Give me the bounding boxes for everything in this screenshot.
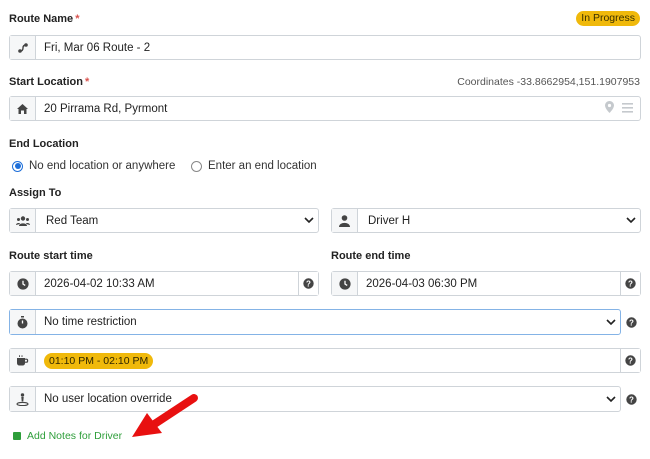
status-badge: In Progress	[576, 11, 640, 26]
route-end-time-input-group[interactable]: 2026-04-03 06:30 PM ?	[331, 271, 641, 296]
driver-select[interactable]: Driver H	[331, 208, 641, 233]
users-icon	[10, 209, 36, 232]
break-time-pill[interactable]: 01:10 PM - 02:10 PM	[44, 352, 154, 369]
radio-enter-end-location[interactable]: Enter an end location	[191, 160, 317, 172]
chevron-down-icon[interactable]	[602, 310, 620, 334]
help-icon[interactable]: ?	[620, 272, 640, 295]
clock-icon	[332, 272, 358, 295]
route-end-time-input[interactable]: 2026-04-03 06:30 PM	[358, 272, 620, 295]
location-override-value[interactable]: No user location override	[36, 387, 602, 411]
chevron-down-icon[interactable]	[622, 209, 640, 232]
location-override-select[interactable]: No user location override	[9, 386, 621, 412]
help-icon[interactable]: ?	[621, 393, 641, 405]
assign-to-label: Assign To	[9, 187, 62, 199]
clock-icon	[10, 272, 36, 295]
route-start-time-label: Route start time	[9, 250, 93, 262]
chevron-down-icon[interactable]	[602, 387, 620, 411]
end-location-label: End Location	[9, 138, 79, 150]
note-icon	[13, 432, 21, 440]
route-name-input-group[interactable]: Fri, Mar 06 Route - 2	[9, 35, 641, 60]
svg-text:?: ?	[629, 395, 634, 404]
start-location-label: Start Location *	[9, 76, 90, 88]
list-menu-icon[interactable]	[622, 102, 633, 116]
time-restriction-value[interactable]: No time restriction	[36, 310, 602, 334]
map-pin-icon[interactable]	[605, 101, 614, 116]
svg-text:?: ?	[306, 279, 311, 288]
help-icon[interactable]: ?	[621, 316, 641, 328]
time-restriction-row: No time restriction ?	[9, 309, 641, 335]
location-override-row: No user location override ?	[9, 386, 641, 412]
red-arrow-annotation	[132, 394, 198, 437]
route-icon	[10, 36, 36, 59]
route-start-time-input[interactable]: 2026-04-02 10:33 AM	[36, 272, 298, 295]
svg-text:?: ?	[628, 356, 633, 365]
add-notes-link[interactable]: Add Notes for Driver	[13, 430, 122, 442]
time-restriction-select[interactable]: No time restriction	[9, 309, 621, 335]
coffee-cup-icon	[10, 349, 36, 372]
user-icon	[332, 209, 358, 232]
radio-button-selected[interactable]	[12, 160, 23, 172]
route-start-time-input-group[interactable]: 2026-04-02 10:33 AM ?	[9, 271, 319, 296]
help-icon[interactable]: ?	[298, 272, 318, 295]
radio-button[interactable]	[191, 160, 202, 172]
svg-text:?: ?	[628, 279, 633, 288]
driver-select-value[interactable]: Driver H	[358, 209, 622, 232]
route-name-label: Route Name *	[9, 13, 80, 25]
stopwatch-icon	[10, 310, 36, 334]
chevron-down-icon[interactable]	[300, 209, 318, 232]
start-location-input-group[interactable]: 20 Pirrama Rd, Pyrmont	[9, 96, 641, 121]
radio-no-end-location[interactable]: No end location or anywhere	[12, 160, 175, 172]
start-location-input[interactable]: 20 Pirrama Rd, Pyrmont	[36, 97, 605, 120]
home-icon	[10, 97, 36, 120]
svg-text:?: ?	[629, 318, 634, 327]
person-location-icon	[10, 387, 36, 411]
route-end-time-label: Route end time	[331, 250, 411, 262]
team-select-value[interactable]: Red Team	[36, 209, 300, 232]
break-time-field[interactable]: 01:10 PM - 02:10 PM	[36, 349, 620, 372]
route-name-input[interactable]: Fri, Mar 06 Route - 2	[36, 36, 640, 59]
coordinates-text: Coordinates -33.8662954,151.1907953	[457, 76, 640, 88]
team-select[interactable]: Red Team	[9, 208, 319, 233]
help-icon[interactable]: ?	[620, 349, 640, 372]
break-input-group[interactable]: 01:10 PM - 02:10 PM ?	[9, 348, 641, 373]
